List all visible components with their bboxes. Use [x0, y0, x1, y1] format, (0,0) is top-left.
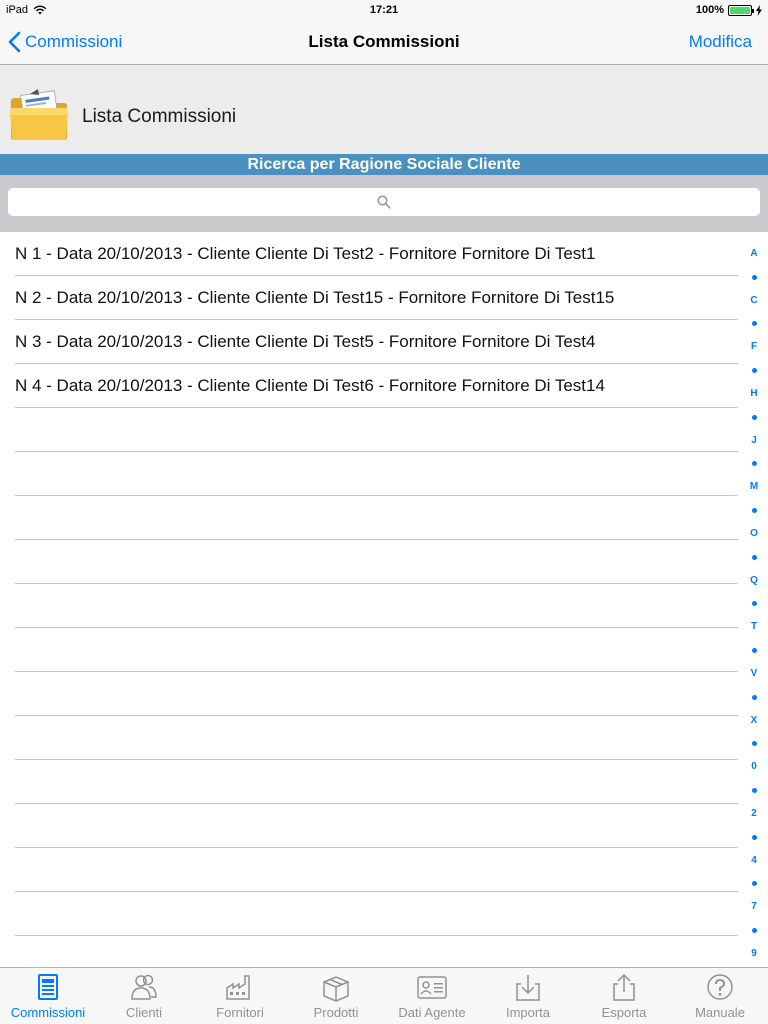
tab-label: Dati Agente: [398, 1005, 466, 1020]
index-dot[interactable]: [751, 414, 757, 420]
search-bar: [0, 175, 768, 232]
charging-icon: [756, 4, 762, 16]
chevron-left-icon: [8, 31, 21, 53]
index-dot[interactable]: [751, 461, 757, 467]
index-dot[interactable]: [751, 368, 757, 374]
tab-dati-agente[interactable]: Dati Agente: [384, 968, 480, 1024]
list-item-label: N 3 - Data 20/10/2013 - Cliente Cliente …: [15, 332, 596, 351]
index-dot[interactable]: [751, 834, 757, 840]
tab-label: Esporta: [601, 1005, 647, 1020]
list-item-label: N 2 - Data 20/10/2013 - Cliente Cliente …: [15, 288, 615, 307]
index-letter[interactable]: 2: [751, 808, 757, 820]
id-card-icon: [417, 976, 447, 999]
list-item[interactable]: [0, 716, 740, 760]
list-item[interactable]: [0, 892, 740, 936]
import-icon: [516, 975, 540, 1001]
help-icon: [707, 974, 733, 1000]
edit-button[interactable]: Modifica: [689, 20, 752, 64]
export-icon: [613, 973, 635, 1001]
index-letter[interactable]: H: [750, 388, 757, 400]
index-letter[interactable]: 4: [751, 855, 757, 867]
index-dot[interactable]: [751, 274, 757, 280]
list-item[interactable]: [0, 760, 740, 804]
tab-commissioni[interactable]: Commissioni: [0, 968, 96, 1024]
section-index[interactable]: A C F H J M O Q T V X 0 2 4 7 9: [740, 248, 768, 960]
index-letter[interactable]: 0: [751, 761, 757, 773]
tab-esporta[interactable]: Esporta: [576, 968, 672, 1024]
index-letter[interactable]: V: [751, 668, 758, 680]
index-letter[interactable]: O: [750, 528, 758, 540]
tab-bar: Commissioni Clienti Fornitori Prodotti Dati …: [0, 967, 768, 1024]
header-title: Lista Commissioni: [82, 106, 237, 127]
index-letter[interactable]: Q: [750, 575, 758, 587]
tab-label: Fornitori: [216, 1005, 264, 1020]
status-bar: iPad 17:21 100%: [0, 0, 768, 20]
index-dot[interactable]: [751, 881, 757, 887]
box-icon: [323, 976, 349, 1002]
index-dot[interactable]: [751, 928, 757, 934]
tab-importa[interactable]: Importa: [480, 968, 576, 1024]
index-dot[interactable]: [751, 601, 757, 607]
index-dot[interactable]: [751, 788, 757, 794]
tab-prodotti[interactable]: Prodotti: [288, 968, 384, 1024]
list-item[interactable]: [0, 628, 740, 672]
battery-percent: 100%: [695, 4, 724, 16]
index-dot[interactable]: [751, 648, 757, 654]
tab-label: Importa: [505, 1005, 551, 1020]
tab-label: Clienti: [125, 1005, 163, 1020]
folder-icon: [10, 89, 68, 140]
index-letter[interactable]: M: [750, 481, 758, 493]
list-item[interactable]: [0, 804, 740, 848]
list-item[interactable]: [0, 540, 740, 584]
index-letter[interactable]: A: [750, 248, 757, 260]
index-letter[interactable]: T: [751, 621, 757, 633]
list-item[interactable]: [0, 496, 740, 540]
tab-label: Commissioni: [10, 1005, 86, 1020]
list-item[interactable]: [0, 848, 740, 892]
index-dot[interactable]: [751, 741, 757, 747]
index-letter[interactable]: C: [750, 295, 757, 307]
factory-icon: [226, 975, 250, 1000]
index-letter[interactable]: X: [751, 715, 758, 727]
list-item[interactable]: N 3 - Data 20/10/2013 - Cliente Cliente …: [0, 320, 740, 364]
list-item-label: N 1 - Data 20/10/2013 - Cliente Cliente …: [15, 244, 596, 263]
list-item[interactable]: [0, 672, 740, 716]
people-icon: [131, 974, 157, 1000]
list-item[interactable]: N 4 - Data 20/10/2013 - Cliente Cliente …: [0, 364, 740, 408]
index-letter[interactable]: 7: [751, 901, 757, 913]
list-item[interactable]: N 1 - Data 20/10/2013 - Cliente Cliente …: [0, 232, 740, 276]
index-dot[interactable]: [751, 694, 757, 700]
list-item[interactable]: N 2 - Data 20/10/2013 - Cliente Cliente …: [0, 276, 740, 320]
navigation-bar: Commissioni Lista Commissioni Modifica: [0, 20, 768, 65]
commission-list: N 1 - Data 20/10/2013 - Cliente Cliente …: [0, 232, 740, 980]
list-item[interactable]: [0, 584, 740, 628]
tab-manuale[interactable]: Manuale: [672, 968, 768, 1024]
search-field[interactable]: [8, 188, 760, 216]
search-input[interactable]: [8, 188, 760, 216]
tab-label: Manuale: [695, 1005, 745, 1020]
index-dot[interactable]: [751, 321, 757, 327]
list-item-label: N 4 - Data 20/10/2013 - Cliente Cliente …: [15, 376, 605, 395]
index-letter[interactable]: F: [751, 341, 757, 353]
status-time: 17:21: [369, 4, 399, 16]
list-item[interactable]: [0, 452, 740, 496]
tab-fornitori[interactable]: Fornitori: [192, 968, 288, 1024]
back-button[interactable]: Commissioni: [8, 20, 122, 64]
battery-icon: [728, 4, 754, 16]
list-item[interactable]: [0, 408, 740, 452]
status-right: 100%: [696, 4, 762, 16]
document-icon: [38, 974, 58, 1000]
section-title: Ricerca per Ragione Sociale Cliente: [0, 154, 768, 175]
index-letter[interactable]: 9: [751, 948, 757, 960]
back-label: Commissioni: [25, 32, 123, 51]
index-letter[interactable]: J: [751, 435, 757, 447]
tab-clienti[interactable]: Clienti: [96, 968, 192, 1024]
header-band: Lista Commissioni: [0, 65, 768, 154]
index-dot[interactable]: [751, 508, 757, 514]
battery-fill: [730, 6, 750, 14]
tab-label: Prodotti: [313, 1005, 359, 1020]
index-dot[interactable]: [751, 554, 757, 560]
